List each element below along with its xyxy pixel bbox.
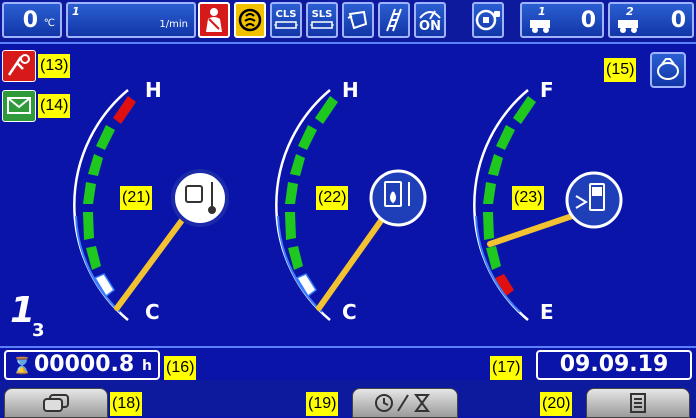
rpm-readout: 1 1/min (66, 2, 196, 38)
sls-label: SLS (311, 9, 333, 20)
machine-icon (530, 20, 550, 33)
callout-21: (21) (120, 186, 153, 210)
date-value: 09.09.19 (559, 352, 669, 377)
clock-hourglass-icon (375, 394, 430, 412)
wiper-on-indicator: ON (414, 2, 446, 38)
counter-1-readout: 1 0 (520, 2, 604, 38)
gauge-3-bottom-label: E (540, 300, 554, 324)
wiper-on-label: ON (419, 18, 441, 34)
screen-switch-button[interactable] (4, 388, 108, 418)
temperature-readout: 0 ℃ (2, 2, 62, 38)
hour-meter-value: 00000.8 (34, 352, 135, 377)
gauge-1-bottom-label: C (145, 300, 160, 324)
date-display: 09.09.19 (536, 350, 692, 380)
temperature-value: 0 (22, 8, 38, 33)
hourglass-icon: ⌛ (12, 356, 32, 375)
menu-list-icon (630, 393, 646, 413)
page-indicator: 1 3 (8, 290, 52, 346)
gauge-2-top-label: H (342, 78, 359, 102)
gauge-3-top-label: F (540, 78, 554, 102)
rpm-index: 1 (72, 5, 80, 18)
hydraulic-oil-temp-gauge (275, 89, 427, 321)
counter-2-readout: 2 0 (608, 2, 694, 38)
callout-17: (17) (490, 356, 523, 380)
hour-meter-unit: h (142, 358, 152, 374)
coolant-temperature-icon (171, 169, 229, 227)
engine-preheat-icon (234, 2, 266, 38)
callout-19: (19) (306, 392, 339, 416)
fuel-gauge (473, 89, 623, 321)
menu-button[interactable] (586, 388, 690, 418)
bottom-divider (0, 346, 696, 348)
hydraulic-oil-temperature-icon (369, 169, 427, 227)
callout-23: (23) (512, 186, 545, 210)
sls-indicator: SLS (306, 2, 338, 38)
callout-22: (22) (316, 186, 349, 210)
counter-1-value: 0 (580, 8, 596, 33)
callout-18: (18) (110, 392, 143, 416)
seatbelt-warning-icon (198, 2, 230, 38)
rpm-unit: 1/min (159, 19, 188, 30)
fuel-icon (565, 171, 623, 229)
hour-meter: ⌛ 00000.8 h (4, 350, 160, 380)
callout-16: (16) (164, 356, 197, 380)
screen-switch-icon (43, 394, 69, 412)
ladder-icon (378, 2, 410, 38)
cls-indicator: CLS (270, 2, 302, 38)
counter-2-value: 0 (670, 8, 686, 33)
gauge-1-top-label: H (145, 78, 162, 102)
machine-icon (618, 20, 638, 33)
clock-hourmeter-toggle-button[interactable] (352, 388, 458, 418)
cls-label: CLS (275, 9, 297, 20)
page-total: 3 (32, 320, 45, 341)
bucket-icon (342, 2, 374, 38)
callout-20: (20) (540, 392, 573, 416)
steering-lock-icon (472, 2, 504, 38)
temperature-unit: ℃ (43, 18, 55, 29)
gauge-2-bottom-label: C (342, 300, 357, 324)
